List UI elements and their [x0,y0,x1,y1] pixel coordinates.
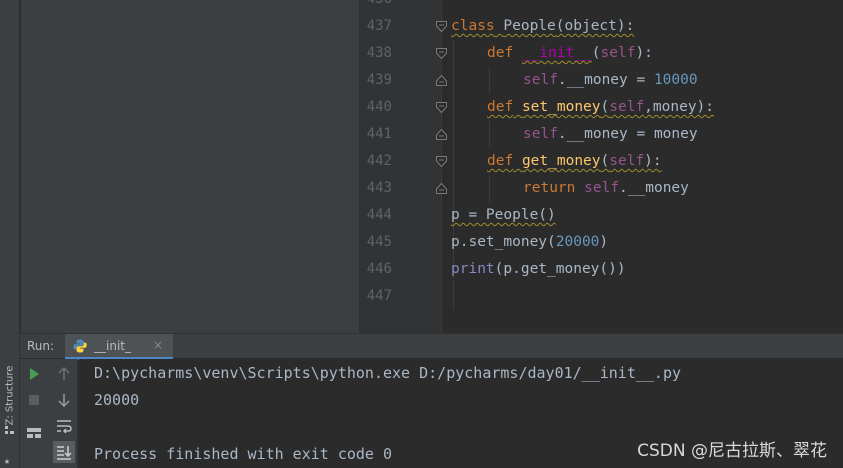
line-number: 446 [366,261,392,277]
line-number: 442 [366,153,392,169]
code-line-445: p.set_money(20000) [451,229,608,256]
line-number: 437 [366,18,392,34]
attribute-assign: .__money = money [557,126,698,142]
run-tab-label: __init_ [94,339,131,353]
left-tool-strip: Z: Structure ★ [0,0,20,468]
code-line-442: def get_money(self): [487,153,662,169]
watermark: CSDN @尼古拉斯、翠花 [637,441,827,461]
close-tab-icon[interactable]: × [153,338,163,352]
self-ref: self [584,180,620,196]
run-tab[interactable]: __init_ × [65,334,173,360]
self-ref: self [523,72,558,88]
console-line-exit: Process finished with exit code 0 [94,445,393,463]
params: ,money): [644,99,715,115]
project-panel [21,0,359,333]
builtin-function: print [451,261,495,277]
indent-guide [489,67,490,94]
punctuation: ): [644,153,662,169]
stop-icon[interactable] [24,390,44,410]
keyword: def [487,45,514,61]
line-number: 440 [366,99,392,115]
fold-open-icon[interactable] [436,21,447,32]
code-line-439: self.__money = 10000 [523,67,698,94]
indent-guide [489,175,490,202]
indent-guide [489,121,490,148]
code-line-444: p = People() [451,207,556,223]
punctuation: ): [635,45,653,61]
code-line-438: def __init__(self): [487,45,653,61]
attribute-assign: .__money = [557,72,654,88]
scroll-up-icon[interactable] [54,364,74,384]
fold-close-icon[interactable] [436,75,447,86]
number-literal: 20000 [555,234,600,250]
class-name: People [503,18,556,34]
code-line-441: self.__money = money [523,121,698,148]
fold-close-icon[interactable] [436,129,447,140]
fold-open-icon[interactable] [436,156,447,167]
keyword: return [523,180,576,196]
call-args: (p.get_money()) [494,261,626,277]
layout-icon[interactable] [24,423,44,443]
attribute: .__money [619,180,689,196]
method-name: __init__ [521,45,592,61]
run-label: Run: [27,339,55,353]
fold-open-icon[interactable] [436,102,447,113]
line-number: 444 [366,207,392,223]
line-number: 441 [366,126,392,142]
run-panel-header: Run: __init_ × [20,333,843,360]
line-number: 447 [366,288,392,304]
rerun-icon[interactable] [24,364,44,384]
run-toolbar [20,359,78,468]
keyword: def [487,153,514,169]
code-line-446: print(p.get_money()) [451,256,626,283]
call: p.set_money( [451,234,556,250]
number-literal: 10000 [653,72,698,88]
structure-tab-label: Z: Structure [4,365,16,426]
scroll-down-icon[interactable] [54,390,74,410]
line-number-gutter: 436 437 438 439 440 441 442 443 444 445 … [359,0,441,333]
soft-wrap-icon[interactable] [54,416,74,436]
console-line-command: D:\pycharms\venv\Scripts\python.exe D:/p… [94,364,681,382]
favorites-icon[interactable]: ★ [4,456,10,467]
structure-tool-tab[interactable]: Z: Structure [0,352,20,432]
python-icon [73,339,87,353]
method-name: set_money [521,99,601,115]
code-line-440: def set_money(self,money): [487,99,715,115]
fold-open-icon[interactable] [436,48,447,59]
code-line-443: return self.__money [523,175,689,202]
keyword: class [451,18,495,34]
self-ref: self [523,126,558,142]
code-editor[interactable]: 436 437 438 439 440 441 442 443 444 445 … [359,0,843,333]
fold-close-icon[interactable] [436,183,447,194]
line-number: 445 [366,234,392,250]
punctuation: ) [599,234,609,250]
line-number: 443 [366,180,392,196]
scroll-to-end-icon[interactable] [53,441,75,463]
class-bases: (object): [555,18,635,34]
structure-icon [5,426,14,434]
console-line-result: 20000 [94,391,140,409]
line-number: 438 [366,45,392,61]
self-param: self [609,153,645,169]
line-number: 436 [359,0,392,13]
self-param: self [600,45,636,61]
self-param: self [609,99,645,115]
method-name: get_money [521,153,601,169]
code-line-437: class People(object): [451,13,634,40]
line-number: 439 [366,72,392,88]
keyword: def [487,99,514,115]
